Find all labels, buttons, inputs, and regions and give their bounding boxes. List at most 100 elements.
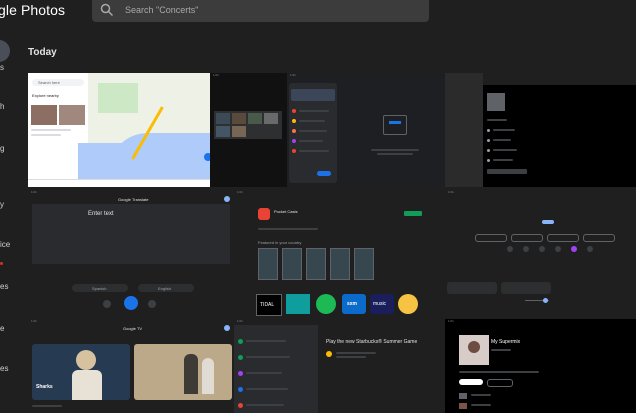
text-line (299, 110, 329, 112)
device-icon[interactable] (587, 246, 593, 252)
camera-icon[interactable] (103, 300, 111, 308)
app-icon-teal[interactable] (286, 294, 310, 314)
text-line (487, 119, 507, 121)
status-bar: 1:01 (287, 73, 445, 78)
photo-tile-notifications[interactable]: 1:01 (287, 73, 445, 187)
photo-tile-settings[interactable]: 1:01 (445, 73, 636, 187)
avatar (238, 387, 243, 392)
text-line (299, 150, 329, 152)
avatar (238, 339, 243, 344)
section-label-1: Featured in your country (258, 240, 302, 245)
nav-label-utilities[interactable]: es (0, 282, 8, 291)
device-icon[interactable] (555, 246, 561, 252)
device-icon[interactable] (539, 246, 545, 252)
shuffle-button[interactable] (487, 379, 513, 387)
pocketcasts-icon (258, 208, 270, 220)
nav-label-sharing[interactable]: g (0, 144, 4, 153)
nav-label-trash[interactable]: es (0, 364, 8, 373)
screenshot-thumb (330, 248, 350, 280)
art-figure (468, 341, 480, 353)
avatar (292, 119, 296, 123)
nav-rail: s h g y ice es e es (0, 36, 22, 413)
text-line (493, 139, 511, 141)
slider-thumb[interactable] (543, 298, 548, 303)
photo-tile-playstore[interactable]: 1:01 Pocket Casts Featured in your count… (234, 190, 445, 316)
text-line (299, 120, 325, 122)
avatar (238, 371, 243, 376)
device-icon[interactable] (507, 246, 513, 252)
conversation-icon[interactable] (148, 300, 156, 308)
section-title: Today (28, 47, 57, 58)
maps-card-image-2 (59, 105, 85, 125)
tv-title: Google TV (123, 326, 143, 331)
filter-chip[interactable] (475, 234, 507, 242)
tidal-app-icon[interactable]: TIDAL (256, 294, 282, 316)
tidal-label: TIDAL (260, 302, 275, 308)
screenshot-thumb (306, 248, 326, 280)
maps-text-line (31, 134, 61, 136)
device-icon[interactable] (571, 246, 577, 252)
sxm-app-icon[interactable]: sxm (342, 294, 366, 314)
photo-tile-files[interactable]: 1:01 (210, 73, 287, 187)
status-bar: 1:01 (28, 319, 234, 324)
tv-card-2[interactable] (134, 344, 232, 400)
play-button[interactable] (459, 379, 483, 385)
status-time: 1:01 (237, 190, 243, 194)
photo-tile-chat[interactable]: 1:01 Play the new Starbucks® Summer Game (234, 319, 445, 413)
nav-label-photos[interactable]: s (0, 63, 4, 72)
translate-input-area[interactable]: Enter text (32, 204, 230, 264)
search-bar[interactable]: Search "Concerts" (92, 0, 429, 22)
settings-card[interactable] (501, 282, 551, 294)
avatar[interactable] (224, 325, 230, 331)
nav-label-library[interactable]: y (0, 200, 4, 209)
text-line (246, 388, 288, 390)
spotify-icon[interactable] (316, 294, 336, 314)
tv-card-label: Sharks (36, 384, 53, 390)
avatar (292, 129, 296, 133)
lang-to-button[interactable]: English (138, 284, 194, 292)
filter-chip[interactable] (511, 234, 543, 242)
nav-label-device[interactable]: ice (0, 240, 10, 249)
status-time: 1:01 (213, 73, 219, 77)
avatar[interactable] (224, 196, 230, 202)
maps-map-area[interactable] (78, 73, 210, 187)
settings-thumb (487, 93, 505, 111)
filter-chip[interactable] (547, 234, 579, 242)
maps-bottom-nav (28, 179, 210, 187)
thumb (232, 113, 246, 124)
status-time: 1:01 (31, 319, 37, 323)
maps-explore-label: Explore nearby (32, 93, 59, 98)
amazon-music-icon[interactable]: music (370, 294, 394, 314)
thumb-strip (214, 111, 282, 139)
toggle-chip[interactable] (542, 220, 554, 224)
photo-tile-translate[interactable]: 1:01 Google Translate Enter text Spanish… (28, 190, 234, 316)
photo-tile-googletv[interactable]: 1:01 Google TV Sharks (28, 319, 234, 413)
status-time: 1:01 (448, 190, 454, 194)
illustration-frame (383, 115, 407, 135)
mic-icon[interactable] (124, 296, 138, 310)
lang-from-button[interactable]: Spanish (72, 284, 128, 292)
nav-photos-selected[interactable] (0, 40, 10, 62)
avatar (326, 351, 332, 357)
install-button[interactable] (404, 211, 422, 216)
text-line (299, 130, 327, 132)
screenshot-thumb (258, 248, 278, 280)
track-thumb (459, 403, 467, 409)
tv-card-1[interactable]: Sharks (32, 344, 130, 400)
status-bar: 1:01 (234, 190, 445, 195)
settings-card[interactable] (447, 282, 497, 294)
nav-label-archive[interactable]: e (0, 324, 4, 333)
text-line (371, 149, 419, 151)
status-time: 1:01 (448, 319, 454, 323)
app-title[interactable]: gle Photos (0, 2, 65, 18)
photo-tile-quicksettings[interactable]: 1:01 (445, 190, 636, 316)
nav-label-search[interactable]: h (0, 102, 4, 111)
compose-button[interactable] (317, 171, 331, 176)
lang-from-label: Spanish (92, 286, 107, 291)
app-icon-yellow[interactable] (398, 294, 418, 314)
search-placeholder: Search "Concerts" (125, 5, 199, 15)
photo-tile-maps[interactable]: Search here Explore nearby (28, 73, 210, 187)
photo-tile-music[interactable]: 1:01 My Supermix (445, 319, 636, 413)
filter-chip[interactable] (583, 234, 615, 242)
device-icon[interactable] (523, 246, 529, 252)
